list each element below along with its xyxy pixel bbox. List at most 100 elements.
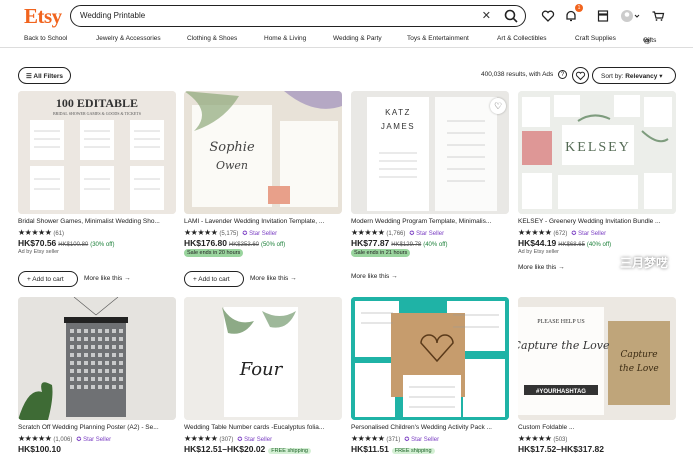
star-seller-badge: ✪ Star Seller (404, 437, 440, 443)
search-input[interactable]: Wedding Printable (80, 11, 145, 20)
star-seller-label: Star Seller (416, 231, 445, 237)
chevron-down-icon[interactable] (634, 9, 640, 23)
listing-title[interactable]: Scratch Off Wedding Planning Poster (A2)… (18, 424, 176, 431)
listing-thumbnail[interactable]: PLEASE HELP US Capture the Love #YOURHAS… (518, 297, 676, 420)
more-like-this-link[interactable]: More like this → (518, 264, 565, 271)
listing-thumbnail[interactable] (18, 297, 176, 420)
favorite-heart-icon[interactable]: ♡ (490, 98, 506, 114)
header-divider (0, 47, 693, 48)
scratch-poster-image (18, 297, 176, 420)
rating-stars: ★★★★★ (184, 228, 218, 237)
listing-thumbnail[interactable]: Four (184, 297, 342, 420)
rating-row: ★★★★★ (61) (18, 228, 176, 238)
free-shipping-badge: FREE shipping (268, 448, 311, 454)
thumb-heading: 100 EDITABLE (56, 96, 138, 110)
top-bar: Etsy Wedding Printable ✕ 1 (0, 0, 693, 32)
table-number-image: Four (184, 297, 342, 420)
listing-title[interactable]: Personalised Children's Wedding Activity… (351, 424, 509, 431)
more-like-this-link[interactable]: More like this → (250, 275, 297, 282)
more-like-this-link[interactable]: More like this → (351, 273, 398, 280)
all-filters-button[interactable]: ☰ All Filters (18, 67, 71, 84)
nav-item-art[interactable]: Art & Collectibles (497, 35, 547, 42)
sale-badge: Sale ends in 21 hours (351, 249, 411, 257)
discount: (50% off) (260, 242, 286, 248)
review-count: (5,175) (219, 231, 239, 237)
price: HK$11.51 (351, 444, 389, 454)
price-row: HK$70.56 HK$100.80 (30% off) (18, 238, 114, 248)
nav-item-craft[interactable]: Craft Supplies (575, 35, 616, 42)
svg-text:Owen: Owen (216, 159, 248, 172)
listing-thumbnail[interactable]: KELSEY (518, 91, 676, 214)
clear-search-icon[interactable]: ✕ (482, 9, 491, 22)
rating-stars: ★★★★★ (351, 434, 385, 443)
nav-item-toys[interactable]: Toys & Entertainment (407, 35, 469, 42)
add-to-cart-button[interactable]: + Add to cart (184, 271, 244, 287)
cart-icon[interactable] (651, 9, 665, 23)
search-bar[interactable]: Wedding Printable ✕ (70, 5, 526, 27)
add-to-cart-label: Add to cart (32, 276, 64, 283)
avatar[interactable] (620, 9, 634, 23)
nav-item-clothing[interactable]: Clothing & Shoes (187, 35, 237, 42)
add-to-cart-label: Add to cart (198, 276, 230, 283)
watermark-logo: 三月梦呓 (619, 256, 668, 270)
star-seller-badge: ✪ Star Seller (409, 231, 445, 237)
svg-text:the Love: the Love (619, 364, 658, 374)
nav-item-jewelry[interactable]: Jewelry & Accessories (96, 35, 161, 42)
star-seller-badge: ✪ Star Seller (237, 437, 273, 443)
listing-title[interactable]: KELSEY - Greenery Wedding Invitation Bun… (518, 218, 676, 225)
nav-item-back-to-school[interactable]: Back to School (24, 35, 67, 42)
thumb-text-3: #YOURHASHTAG (536, 389, 586, 395)
listing-thumbnail[interactable]: 100 EDITABLE BRIDAL SHOWER GAMES & GOODS… (18, 91, 176, 214)
favorite-search-icon[interactable] (572, 67, 589, 84)
lavender-invitation-image: Sophie Owen (184, 91, 342, 214)
rating-stars: ★★★★★ (18, 434, 52, 443)
listing-title[interactable]: Custom Foldable ... (518, 424, 676, 431)
listing-title[interactable]: Modern Wedding Program Template, Minimal… (351, 218, 509, 225)
review-count: (672) (553, 231, 568, 237)
nav-item-wedding-party[interactable]: Wedding & Party (333, 35, 382, 42)
price: HK$176.80 (184, 238, 228, 248)
price-row: HK$77.87 HK$129.78 (40% off) (351, 238, 447, 248)
review-count: (1,766) (386, 231, 406, 237)
search-icon[interactable] (503, 8, 519, 24)
heart-icon[interactable] (541, 9, 555, 23)
rating-stars: ★★★★★ (351, 228, 385, 237)
ad-label: Ad by Etsy seller (518, 249, 559, 255)
sort-by-dropdown[interactable]: Sort by: Relevancy ▾ (592, 67, 676, 84)
greenery-invitation-image: KELSEY (518, 91, 676, 214)
rating-row: ★★★★★ (5,175) ✪ Star Seller (184, 228, 342, 238)
ad-label: Ad by Etsy seller (18, 249, 59, 255)
price: HK$12.51–HK$20.02 (184, 444, 266, 454)
nav-item-home-living[interactable]: Home & Living (264, 35, 306, 42)
discount: (30% off) (90, 242, 115, 248)
svg-text:Sophie: Sophie (209, 140, 255, 155)
star-seller-badge: ✪ Star Seller (242, 231, 278, 237)
listing-thumbnail[interactable]: Sophie Owen (184, 91, 342, 214)
listing-thumbnail[interactable]: KATZ JAMES (351, 91, 509, 214)
more-like-this-link[interactable]: More like this → (84, 275, 131, 282)
listing-title[interactable]: LAMI - Lavender Wedding Invitation Templ… (184, 218, 342, 225)
price: HK$44.19 (518, 238, 557, 248)
original-price: HK$100.80 (58, 242, 89, 248)
price-row: HK$11.51 FREE shipping (351, 444, 435, 454)
original-price: HK$353.60 (228, 242, 259, 248)
thumb-name2: JAMES (381, 122, 415, 131)
star-seller-label: Star Seller (244, 437, 273, 443)
shop-icon[interactable] (596, 9, 610, 23)
notification-badge: 1 (575, 4, 583, 12)
capture-the-love-sign-image: PLEASE HELP US Capture the Love #YOURHAS… (518, 297, 676, 420)
rating-stars: ★★★★★ (518, 434, 552, 443)
etsy-logo[interactable]: Etsy (24, 4, 62, 29)
chevron-down-icon: ▾ (659, 73, 663, 80)
listing-thumbnail[interactable] (351, 297, 509, 420)
listing-title[interactable]: Wedding Table Number cards -Eucalyptus f… (184, 424, 342, 431)
add-to-cart-button[interactable]: + Add to cart (18, 271, 78, 287)
review-count: (1,006) (53, 437, 73, 443)
rating-row: ★★★★★ (371) ✪ Star Seller (351, 434, 509, 444)
info-icon[interactable]: ? (558, 70, 567, 79)
listing-title[interactable]: Bridal Shower Games, Minimalist Wedding … (18, 218, 176, 225)
sort-by-prefix: Sort by: (601, 73, 624, 80)
star-seller-label: Star Seller (83, 437, 112, 443)
wedding-program-image: KATZ JAMES (351, 91, 509, 214)
sale-badge: Sale ends in 20 hours (184, 249, 244, 257)
